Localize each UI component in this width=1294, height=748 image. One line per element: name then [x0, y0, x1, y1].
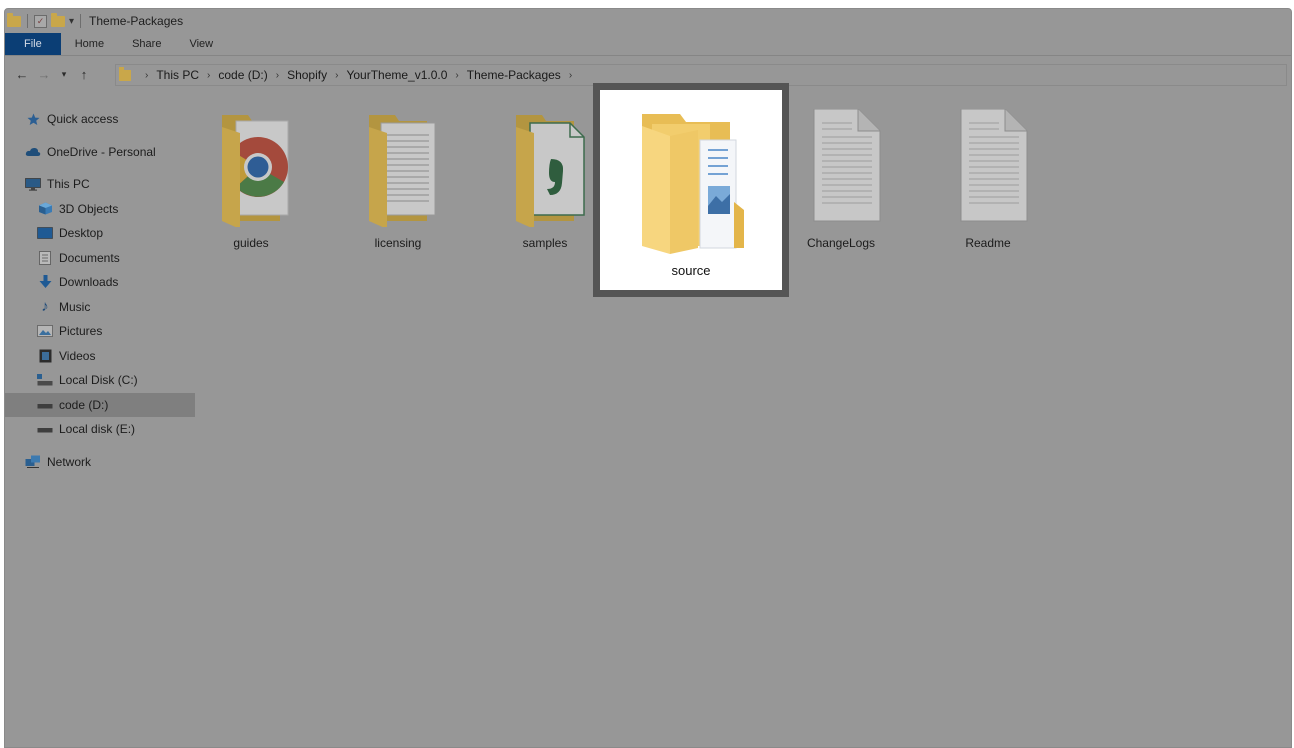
nav-downloads[interactable]: Downloads — [5, 270, 165, 295]
folder-open-icon — [642, 114, 744, 254]
nav-local-disk-e[interactable]: Local disk (E:) — [5, 417, 165, 442]
spreadsheet-folder-icon — [516, 115, 585, 229]
item-label: Readme — [965, 236, 1011, 250]
chevron-right-icon[interactable]: › — [455, 70, 458, 81]
cloud-icon — [25, 145, 41, 159]
up-arrow-icon[interactable]: ↑ — [73, 67, 95, 82]
nav-label: 3D Objects — [59, 201, 119, 216]
nav-desktop[interactable]: Desktop — [5, 221, 165, 246]
chevron-right-icon[interactable]: › — [569, 70, 572, 81]
cube-icon — [37, 202, 53, 216]
nav-label: Local Disk (C:) — [59, 373, 138, 388]
music-note-icon: ♪ — [41, 298, 49, 316]
desktop-icon — [37, 226, 53, 240]
window-title: Theme-Packages — [89, 14, 184, 28]
nav-label: Videos — [59, 348, 96, 363]
tab-home[interactable]: Home — [61, 33, 118, 55]
nav-label: Network — [47, 454, 92, 469]
nav-label: Local disk (E:) — [59, 422, 136, 437]
computer-icon — [25, 177, 41, 191]
tab-share[interactable]: Share — [118, 33, 175, 55]
network-icon — [25, 455, 41, 469]
chevron-right-icon[interactable]: › — [207, 70, 210, 81]
ribbon-tabs: File Home Share View — [5, 33, 1291, 56]
chevron-right-icon[interactable]: › — [145, 70, 148, 81]
chevron-right-icon[interactable]: › — [276, 70, 279, 81]
title-bar: ✓ ▾ Theme-Packages — [5, 9, 1291, 33]
nav-onedrive[interactable]: OneDrive - Personal — [5, 140, 165, 165]
system-drive-icon — [37, 373, 53, 387]
quick-access-toolbar: ✓ ▾ — [7, 12, 83, 28]
drive-icon — [37, 422, 53, 436]
properties-icon[interactable]: ✓ — [34, 14, 47, 28]
picture-icon — [37, 324, 53, 338]
tab-file[interactable]: File — [5, 33, 61, 55]
document-icon — [37, 250, 53, 265]
nav-this-pc[interactable]: This PC — [5, 172, 165, 197]
text-file-icon — [960, 108, 1028, 222]
navigation-pane: Quick access OneDrive - Personal This PC… — [5, 107, 195, 475]
tab-view[interactable]: View — [175, 33, 227, 55]
item-label: ChangeLogs — [806, 236, 876, 250]
folder-icon — [119, 66, 131, 81]
nav-quick-access[interactable]: Quick access — [5, 107, 165, 132]
chrome-folder-icon — [222, 115, 289, 229]
nav-pictures[interactable]: Pictures — [5, 319, 165, 344]
chevron-right-icon[interactable]: › — [335, 70, 338, 81]
source-highlight: source — [593, 83, 789, 297]
nav-label: code (D:) — [59, 397, 109, 412]
nav-code-d[interactable]: code (D:) — [5, 392, 195, 417]
forward-arrow-icon[interactable]: → — [33, 67, 55, 82]
breadcrumb-this-pc[interactable]: This PC — [156, 68, 199, 82]
nav-label: Music — [59, 299, 91, 314]
nav-music[interactable]: ♪ Music — [5, 295, 165, 320]
item-label: licensing — [374, 236, 422, 250]
nav-label: Desktop — [59, 226, 104, 241]
nav-local-disk-c[interactable]: Local Disk (C:) — [5, 368, 165, 393]
nav-label: OneDrive - Personal — [47, 144, 156, 159]
breadcrumb-yourtheme[interactable]: YourTheme_v1.0.0 — [346, 68, 447, 82]
nav-3d-objects[interactable]: 3D Objects — [5, 197, 165, 222]
nav-label: Downloads — [59, 275, 119, 290]
new-folder-icon[interactable] — [51, 12, 65, 27]
text-file-icon — [813, 108, 881, 222]
nav-label: Pictures — [59, 324, 103, 339]
recent-locations-icon[interactable]: ▾ — [55, 69, 73, 80]
folder-icon — [7, 12, 21, 27]
file-explorer-window: ✓ ▾ Theme-Packages File Home Share View … — [4, 8, 1292, 748]
star-icon — [25, 112, 41, 126]
item-label: source — [671, 263, 711, 278]
separator — [80, 14, 82, 28]
document-folder-icon — [369, 115, 436, 229]
breadcrumb-code-d[interactable]: code (D:) — [218, 68, 267, 82]
file-changelogs[interactable]: ChangeLogs — [781, 108, 901, 250]
item-label: samples — [522, 236, 568, 250]
film-icon — [37, 349, 53, 363]
nav-label: This PC — [47, 177, 90, 192]
folder-samples[interactable]: samples — [485, 109, 605, 250]
nav-label: Quick access — [47, 112, 119, 127]
drive-icon — [37, 398, 53, 412]
separator — [27, 14, 28, 28]
folder-guides[interactable]: guides — [191, 109, 311, 250]
nav-label: Documents — [59, 250, 120, 265]
customize-toolbar-icon[interactable]: ▾ — [69, 16, 74, 27]
nav-documents[interactable]: Documents — [5, 246, 165, 271]
back-arrow-icon[interactable]: ← — [11, 67, 33, 82]
download-arrow-icon — [37, 275, 53, 289]
folder-licensing[interactable]: licensing — [338, 109, 458, 250]
nav-network[interactable]: Network — [5, 450, 165, 475]
breadcrumb-shopify[interactable]: Shopify — [287, 68, 327, 82]
nav-videos[interactable]: Videos — [5, 344, 165, 369]
breadcrumb-theme-packages[interactable]: Theme-Packages — [467, 68, 561, 82]
folder-source[interactable]: source — [630, 106, 752, 278]
file-readme[interactable]: Readme — [928, 108, 1048, 250]
item-label: guides — [233, 236, 269, 250]
